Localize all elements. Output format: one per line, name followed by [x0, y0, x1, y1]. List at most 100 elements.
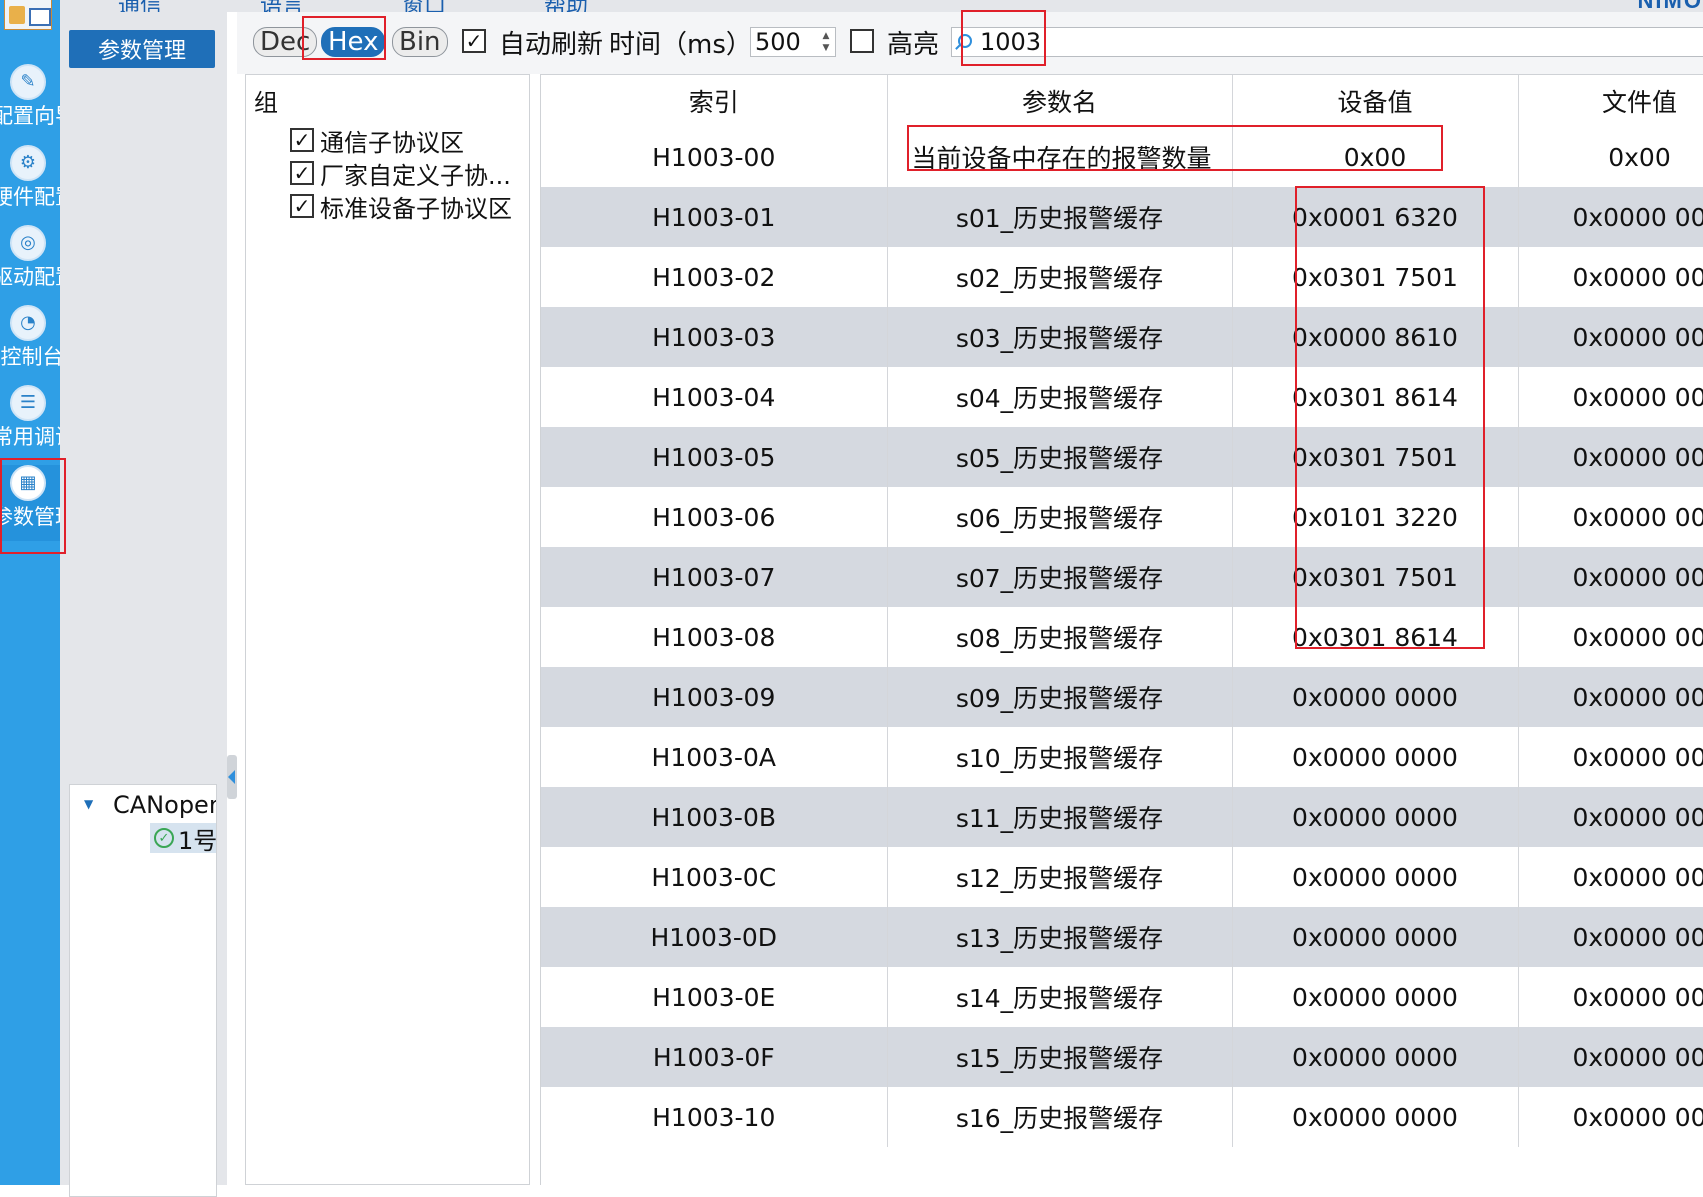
- cell-param-name[interactable]: s15_历史报警缓存: [887, 1027, 1233, 1087]
- nav-item-hardware-config[interactable]: ⚙ 硬件配置: [0, 145, 72, 221]
- cell-device-value[interactable]: 0x0000 0000: [1232, 967, 1519, 1027]
- table-row[interactable]: H1003-01 s01_历史报警缓存 0x0001 6320 0x0000 00: [541, 187, 1703, 247]
- cell-file-value[interactable]: 0x0000 00: [1518, 547, 1703, 607]
- cell-param-name[interactable]: s12_历史报警缓存: [887, 847, 1233, 907]
- cell-file-value[interactable]: 0x0000 00: [1518, 667, 1703, 727]
- cell-param-name[interactable]: s07_历史报警缓存: [887, 547, 1233, 607]
- cell-index[interactable]: H1003-04: [541, 367, 888, 427]
- table-row[interactable]: H1003-02 s02_历史报警缓存 0x0301 7501 0x0000 00: [541, 247, 1703, 307]
- search-input[interactable]: 1003: [951, 27, 1703, 57]
- interval-spinbox[interactable]: 500 ▲ ▼: [750, 27, 836, 57]
- cell-device-value[interactable]: 0x0000 0000: [1232, 727, 1519, 787]
- cell-device-value[interactable]: 0x0000 0000: [1232, 1087, 1519, 1147]
- table-row[interactable]: H1003-03 s03_历史报警缓存 0x0000 8610 0x0000 00: [541, 307, 1703, 367]
- cell-param-name[interactable]: s14_历史报警缓存: [887, 967, 1233, 1027]
- cell-param-name[interactable]: s02_历史报警缓存: [887, 247, 1233, 307]
- cell-file-value[interactable]: 0x0000 00: [1518, 307, 1703, 367]
- cell-index[interactable]: H1003-0D: [541, 907, 888, 967]
- cell-file-value[interactable]: 0x0000 00: [1518, 607, 1703, 667]
- cell-param-name[interactable]: s03_历史报警缓存: [887, 307, 1233, 367]
- highlight-checkbox[interactable]: [850, 29, 874, 53]
- group-item-comm[interactable]: ✓ 通信子协议区: [290, 125, 530, 157]
- table-row[interactable]: H1003-0B s11_历史报警缓存 0x0000 0000 0x0000 00: [541, 787, 1703, 847]
- cell-file-value[interactable]: 0x0000 00: [1518, 1027, 1703, 1087]
- cell-index[interactable]: H1003-00: [541, 127, 888, 187]
- group-checkbox[interactable]: ✓: [290, 128, 314, 152]
- cell-index[interactable]: H1003-02: [541, 247, 888, 307]
- cell-index[interactable]: H1003-05: [541, 427, 888, 487]
- cell-file-value[interactable]: 0x0000 00: [1518, 847, 1703, 907]
- cell-param-name[interactable]: 当前设备中存在的报警数量: [887, 127, 1233, 187]
- nav-item-console[interactable]: ◔ 控制台: [0, 305, 64, 381]
- cell-index[interactable]: H1003-0E: [541, 967, 888, 1027]
- group-checkbox[interactable]: ✓: [290, 194, 314, 218]
- table-row[interactable]: H1003-0D s13_历史报警缓存 0x0000 0000 0x0000 00: [541, 907, 1703, 967]
- cell-device-value[interactable]: 0x0101 3220: [1232, 487, 1519, 547]
- group-item-vendor[interactable]: ✓ 厂家自定义子协...: [290, 158, 530, 190]
- table-row[interactable]: H1003-0C s12_历史报警缓存 0x0000 0000 0x0000 00: [541, 847, 1703, 907]
- group-item-standard[interactable]: ✓ 标准设备子协议区: [290, 191, 530, 223]
- cell-device-value[interactable]: 0x0000 0000: [1232, 667, 1519, 727]
- radix-dec-button[interactable]: Dec: [253, 27, 318, 57]
- cell-device-value[interactable]: 0x0000 8610: [1232, 307, 1519, 367]
- cell-index[interactable]: H1003-0C: [541, 847, 888, 907]
- table-row[interactable]: H1003-0F s15_历史报警缓存 0x0000 0000 0x0000 00: [541, 1027, 1703, 1087]
- collapse-panel-handle[interactable]: [227, 755, 237, 799]
- table-row[interactable]: H1003-05 s05_历史报警缓存 0x0301 7501 0x0000 00: [541, 427, 1703, 487]
- cell-file-value[interactable]: 0x0000 00: [1518, 187, 1703, 247]
- cell-device-value[interactable]: 0x0301 7501: [1232, 547, 1519, 607]
- cell-device-value[interactable]: 0x0000 0000: [1232, 907, 1519, 967]
- nav-item-param-manage[interactable]: ▦ 参数管理: [0, 465, 72, 541]
- cell-param-name[interactable]: s10_历史报警缓存: [887, 727, 1233, 787]
- cell-file-value[interactable]: 0x0000 00: [1518, 967, 1703, 1027]
- tab-param-manage[interactable]: 参数管理: [69, 30, 215, 68]
- table-row[interactable]: H1003-08 s08_历史报警缓存 0x0301 8614 0x0000 00: [541, 607, 1703, 667]
- cell-index[interactable]: H1003-0F: [541, 1027, 888, 1087]
- auto-refresh-checkbox[interactable]: ✓: [462, 29, 486, 53]
- cell-file-value[interactable]: 0x0000 00: [1518, 907, 1703, 967]
- table-row[interactable]: H1003-0E s14_历史报警缓存 0x0000 0000 0x0000 00: [541, 967, 1703, 1027]
- tree-node-device-1[interactable]: ✓ 1号: [150, 823, 216, 855]
- cell-param-name[interactable]: s04_历史报警缓存: [887, 367, 1233, 427]
- menu-item-language[interactable]: 语言: [260, 0, 304, 12]
- cell-device-value[interactable]: 0x0001 6320: [1232, 187, 1519, 247]
- group-checkbox[interactable]: ✓: [290, 161, 314, 185]
- cell-file-value[interactable]: 0x0000 00: [1518, 727, 1703, 787]
- cell-file-value[interactable]: 0x0000 00: [1518, 487, 1703, 547]
- cell-index[interactable]: H1003-03: [541, 307, 888, 367]
- cell-file-value[interactable]: 0x0000 00: [1518, 427, 1703, 487]
- cell-file-value[interactable]: 0x0000 00: [1518, 247, 1703, 307]
- cell-param-name[interactable]: s09_历史报警缓存: [887, 667, 1233, 727]
- cell-file-value[interactable]: 0x00: [1518, 127, 1703, 187]
- cell-device-value[interactable]: 0x00: [1232, 127, 1519, 187]
- cell-index[interactable]: H1003-09: [541, 667, 888, 727]
- nav-item-config-wizard[interactable]: ✎ 配置向导: [0, 64, 72, 140]
- column-header-index[interactable]: 索引: [541, 75, 888, 127]
- nav-item-debug[interactable]: ☰ 常用调试: [0, 385, 72, 461]
- table-row[interactable]: H1003-00 当前设备中存在的报警数量 0x00 0x00: [541, 127, 1703, 187]
- cell-file-value[interactable]: 0x0000 00: [1518, 787, 1703, 847]
- menu-item-window[interactable]: 窗口: [402, 0, 446, 12]
- cell-index[interactable]: H1003-08: [541, 607, 888, 667]
- column-header-device-value[interactable]: 设备值: [1232, 75, 1519, 127]
- table-row[interactable]: H1003-06 s06_历史报警缓存 0x0101 3220 0x0000 00: [541, 487, 1703, 547]
- menu-item-help[interactable]: 帮助: [544, 0, 588, 12]
- table-row[interactable]: H1003-0A s10_历史报警缓存 0x0000 0000 0x0000 00: [541, 727, 1703, 787]
- radix-bin-button[interactable]: Bin: [392, 27, 448, 57]
- cell-index[interactable]: H1003-07: [541, 547, 888, 607]
- cell-file-value[interactable]: 0x0000 00: [1518, 1087, 1703, 1147]
- cell-param-name[interactable]: s08_历史报警缓存: [887, 607, 1233, 667]
- table-row[interactable]: H1003-09 s09_历史报警缓存 0x0000 0000 0x0000 00: [541, 667, 1703, 727]
- cell-param-name[interactable]: s16_历史报警缓存: [887, 1087, 1233, 1147]
- cell-param-name[interactable]: s05_历史报警缓存: [887, 427, 1233, 487]
- cell-device-value[interactable]: 0x0000 0000: [1232, 787, 1519, 847]
- column-header-name[interactable]: 参数名: [887, 75, 1233, 127]
- table-row[interactable]: H1003-04 s04_历史报警缓存 0x0301 8614 0x0000 00: [541, 367, 1703, 427]
- cell-device-value[interactable]: 0x0000 0000: [1232, 847, 1519, 907]
- cell-device-value[interactable]: 0x0301 8614: [1232, 367, 1519, 427]
- cell-param-name[interactable]: s01_历史报警缓存: [887, 187, 1233, 247]
- radix-hex-button[interactable]: Hex: [321, 27, 386, 57]
- expand-arrow-icon[interactable]: ▼: [84, 797, 93, 811]
- cell-device-value[interactable]: 0x0301 7501: [1232, 427, 1519, 487]
- column-header-file-value[interactable]: 文件值: [1518, 75, 1703, 127]
